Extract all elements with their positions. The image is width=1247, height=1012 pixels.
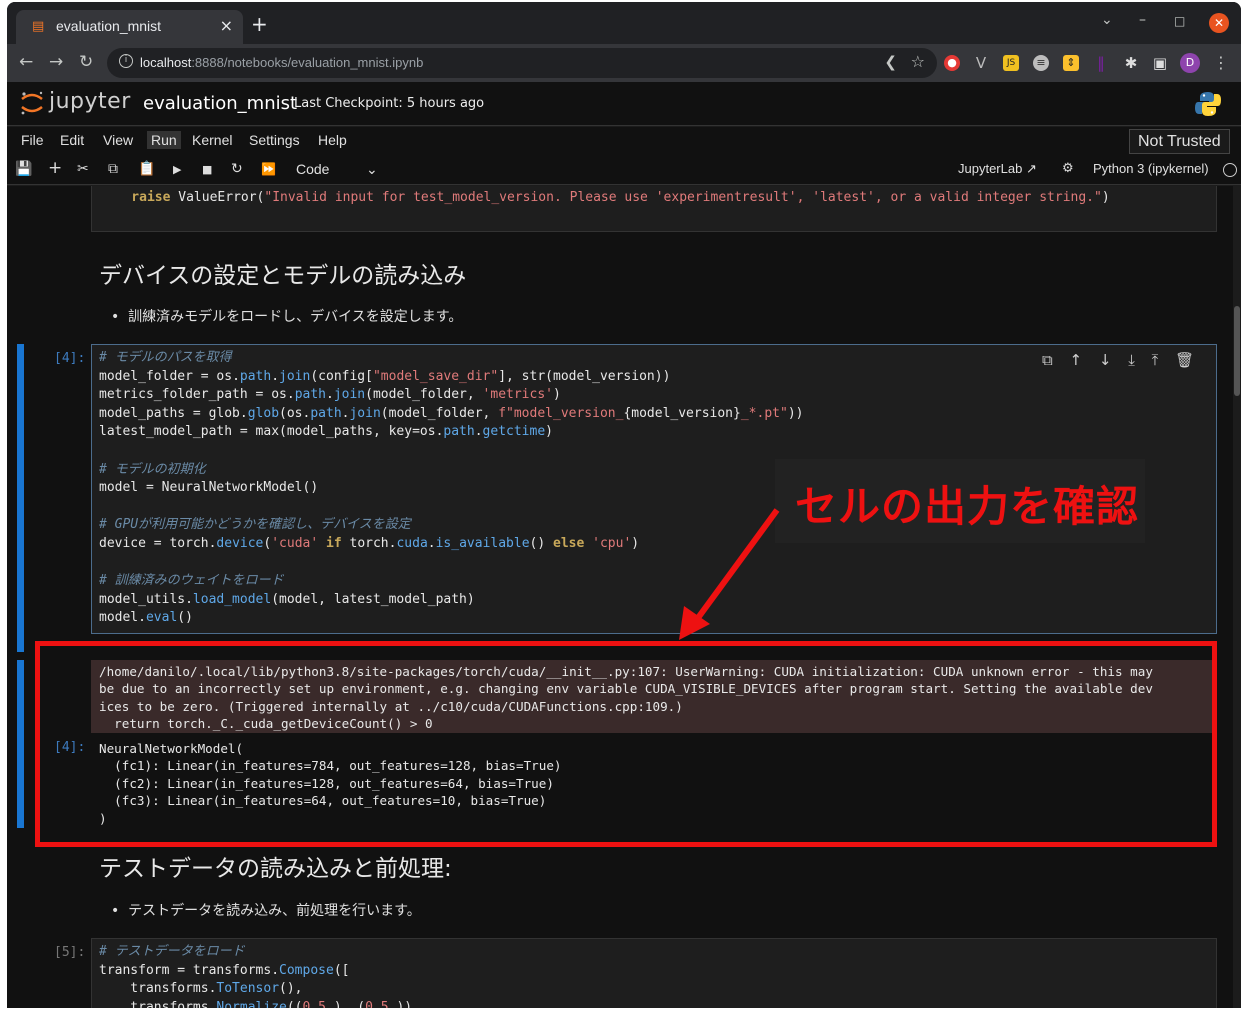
menu-run[interactable]: Run [147, 131, 181, 149]
share-icon[interactable]: ❮ [884, 53, 897, 71]
menu-help[interactable]: Help [318, 132, 347, 148]
menu-edit[interactable]: Edit [60, 132, 84, 148]
reload-icon[interactable]: ↻ [79, 52, 93, 72]
jupyter-wordmark: jupyter [49, 89, 131, 114]
annotation-arrow [679, 508, 780, 640]
python-logo-icon [1195, 92, 1221, 116]
new-tab-button[interactable]: + [251, 12, 268, 36]
scrollbar-thumb[interactable] [1234, 306, 1240, 396]
tab-search-icon[interactable]: ⌄ [1101, 12, 1113, 28]
forward-icon[interactable]: → [49, 52, 63, 72]
side-panel-icon[interactable]: ▣ [1152, 55, 1168, 71]
tab-close-icon[interactable]: × [220, 16, 233, 35]
checkpoint-status: Last Checkpoint: 5 hours ago [294, 96, 485, 111]
red-extension-icon[interactable]: ● [944, 55, 960, 71]
profile-avatar[interactable]: D [1180, 53, 1200, 73]
back-icon[interactable]: ← [19, 52, 33, 72]
menu-settings[interactable]: Settings [249, 132, 300, 148]
jupyter-logo-icon[interactable] [19, 90, 45, 116]
trust-status-button[interactable]: Not Trusted [1129, 129, 1230, 154]
site-info-icon[interactable]: i [119, 54, 133, 68]
add-cell-icon[interactable]: + [48, 158, 62, 178]
purple-extension-icon[interactable]: ‖ [1093, 55, 1109, 71]
js-extension-icon[interactable]: JS [1003, 55, 1019, 71]
chevron-down-icon: ⌄ [366, 161, 378, 177]
maximize-icon[interactable]: □ [1174, 14, 1185, 28]
jupyter-favicon-icon: ▤ [32, 19, 45, 34]
minimize-icon[interactable]: – [1139, 12, 1146, 28]
browser-menu-icon[interactable]: ⋮ [1213, 53, 1229, 72]
tab-title: evaluation_mnist [56, 18, 162, 34]
run-icon[interactable]: ▶ [173, 163, 181, 176]
menu-view[interactable]: View [103, 132, 133, 148]
v-extension-icon[interactable]: V [973, 55, 989, 71]
notebook-toolbar: 💾 + ✂ ⧉ 📋 ▶ ■ ↻ ⏩ Code ⌄ JupyterLab ↗ ⚙ P… [7, 155, 1241, 185]
browser-window: ▤ evaluation_mnist × + ⌄ – □ ✕ ← → ↻ i l… [7, 2, 1241, 1008]
cut-icon[interactable]: ✂ [77, 161, 89, 177]
bookmark-star-icon[interactable]: ☆ [911, 52, 925, 71]
puzzle-extension-icon[interactable]: ✱ [1123, 55, 1139, 71]
url-text[interactable]: localhost:8888/notebooks/evaluation_mnis… [140, 55, 423, 70]
debugger-bug-icon[interactable]: ⚙ [1062, 161, 1074, 176]
address-bar[interactable]: i localhost:8888/notebooks/evaluation_mn… [107, 48, 937, 78]
tab-strip: ▤ evaluation_mnist × + ⌄ – □ ✕ [7, 2, 1241, 44]
jupyter-header: jupyter evaluation_mnist Last Checkpoint… [7, 82, 1241, 126]
notebook-panel[interactable]: raise ValueError("Invalid input for test… [7, 186, 1233, 1008]
copy-icon[interactable]: ⧉ [108, 161, 118, 177]
stop-icon[interactable]: ■ [202, 163, 212, 176]
kernel-status-icon [1223, 163, 1237, 177]
menu-bar: File Edit View Run Kernel Settings Help … [7, 127, 1241, 155]
menu-file[interactable]: File [21, 132, 44, 148]
restart-icon[interactable]: ↻ [231, 161, 243, 177]
run-all-icon[interactable]: ⏩ [261, 162, 276, 176]
list-extension-icon[interactable]: ≡ [1033, 55, 1049, 71]
menu-kernel[interactable]: Kernel [192, 132, 232, 148]
window-close-button[interactable]: ✕ [1209, 13, 1229, 33]
browser-tab[interactable]: ▤ evaluation_mnist × [16, 10, 243, 44]
paste-icon[interactable]: 📋 [138, 161, 155, 177]
jupyterlab-link[interactable]: JupyterLab ↗ [958, 161, 1037, 177]
notebook-scrollbar[interactable] [1233, 186, 1241, 1008]
yellow-extension-icon[interactable]: ⇕ [1063, 55, 1079, 71]
cell-type-select[interactable]: Code ⌄ [296, 161, 378, 177]
save-icon[interactable]: 💾 [15, 161, 32, 177]
kernel-name[interactable]: Python 3 (ipykernel) [1093, 161, 1209, 176]
notebook-name[interactable]: evaluation_mnist [143, 93, 297, 114]
navigation-bar: ← → ↻ i localhost:8888/notebooks/evaluat… [7, 44, 1241, 82]
